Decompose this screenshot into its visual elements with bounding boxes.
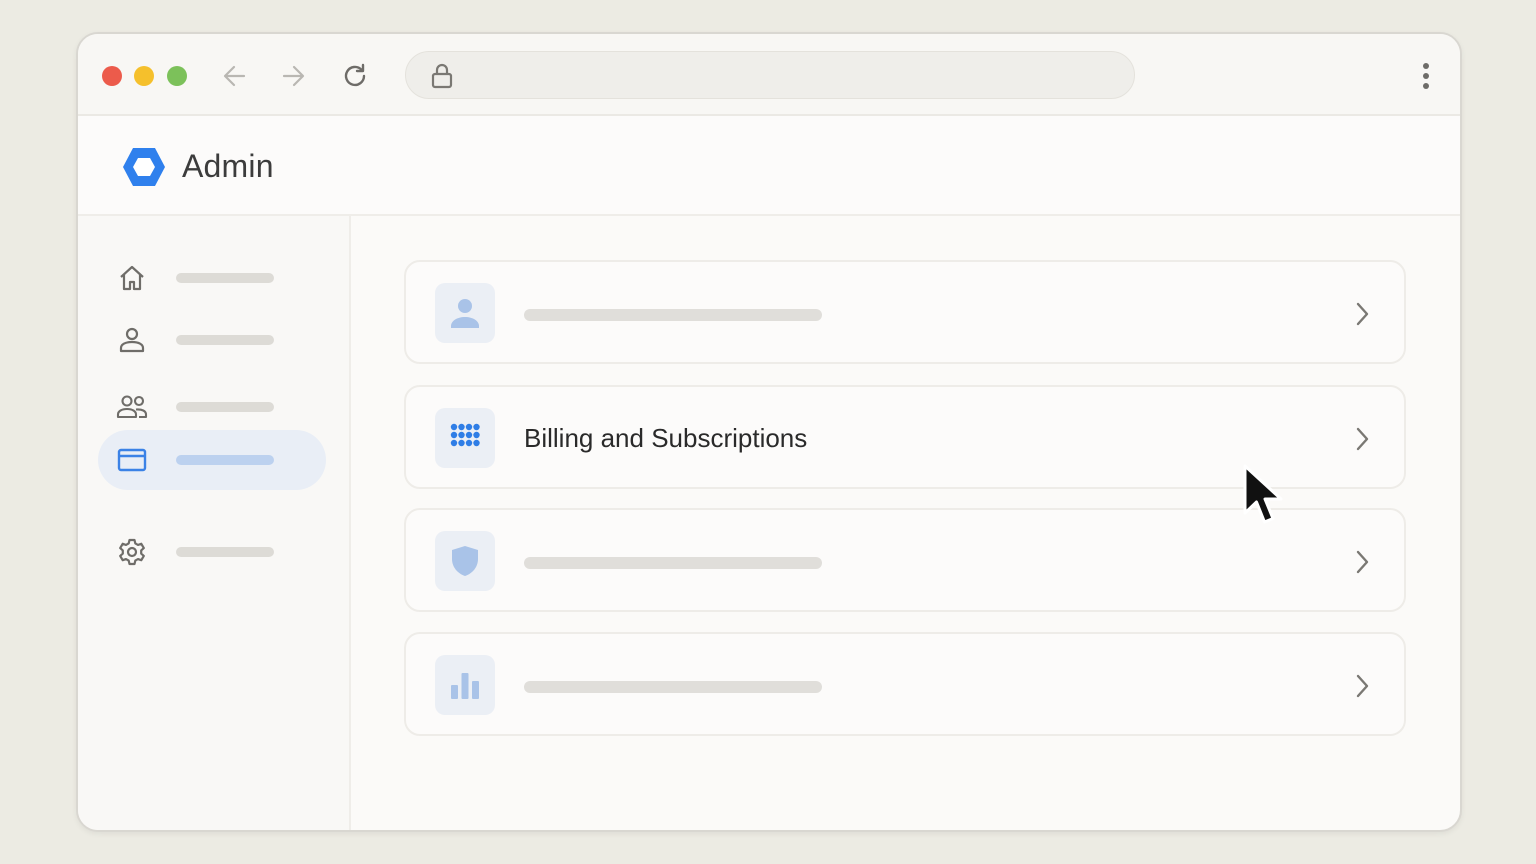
card-title-placeholder	[524, 557, 822, 569]
card-title-placeholder	[524, 309, 822, 321]
sidebar-item-home[interactable]	[98, 248, 326, 308]
sidebar-item-placeholder	[176, 402, 274, 412]
card-reports[interactable]	[404, 632, 1406, 736]
admin-logo[interactable]	[122, 146, 166, 188]
users-icon	[116, 391, 148, 423]
sidebar-item-groups[interactable]	[98, 377, 326, 437]
sidebar-item-placeholder	[176, 273, 274, 283]
sidebar-item-placeholder	[176, 455, 274, 465]
sidebar-item-user[interactable]	[98, 310, 326, 370]
card-title: Billing and Subscriptions	[524, 423, 808, 453]
card-title-placeholder	[524, 681, 822, 693]
arrow-left-icon	[223, 65, 246, 87]
sidebar-item-placeholder	[176, 547, 274, 557]
close-window-button[interactable]	[102, 66, 122, 86]
credit-card-icon	[116, 444, 148, 476]
forward-button[interactable]	[275, 58, 311, 94]
bar-chart-icon	[435, 655, 495, 715]
arrow-right-icon	[282, 65, 305, 87]
person-icon	[435, 283, 495, 343]
sidebar-item-settings[interactable]	[98, 522, 326, 582]
gear-icon	[116, 536, 148, 568]
mouse-cursor-icon	[1243, 464, 1283, 524]
apps-grid-icon	[435, 408, 495, 468]
shield-icon	[435, 531, 495, 591]
app-header: Admin	[78, 116, 1460, 216]
browser-window: Admin Billing and Subscriptions	[76, 32, 1462, 832]
browser-toolbar	[78, 34, 1460, 116]
lock-icon	[428, 62, 456, 90]
back-button[interactable]	[217, 58, 253, 94]
maximize-window-button[interactable]	[167, 66, 187, 86]
sidebar-item-billing[interactable]	[98, 430, 326, 490]
home-icon	[116, 262, 148, 294]
app-title: Admin	[182, 148, 274, 184]
user-icon	[116, 324, 148, 356]
more-vertical-icon	[1423, 63, 1429, 89]
sidebar	[78, 216, 351, 830]
browser-menu-button[interactable]	[1410, 58, 1442, 94]
minimize-window-button[interactable]	[134, 66, 154, 86]
card-profile[interactable]	[404, 260, 1406, 364]
chevron-right-icon	[1350, 672, 1374, 700]
reload-icon	[344, 63, 366, 87]
chevron-right-icon	[1350, 300, 1374, 328]
sidebar-item-placeholder	[176, 335, 274, 345]
address-bar[interactable]	[405, 51, 1135, 99]
reload-button[interactable]	[337, 58, 373, 94]
chevron-right-icon	[1350, 425, 1374, 453]
chevron-right-icon	[1350, 548, 1374, 576]
